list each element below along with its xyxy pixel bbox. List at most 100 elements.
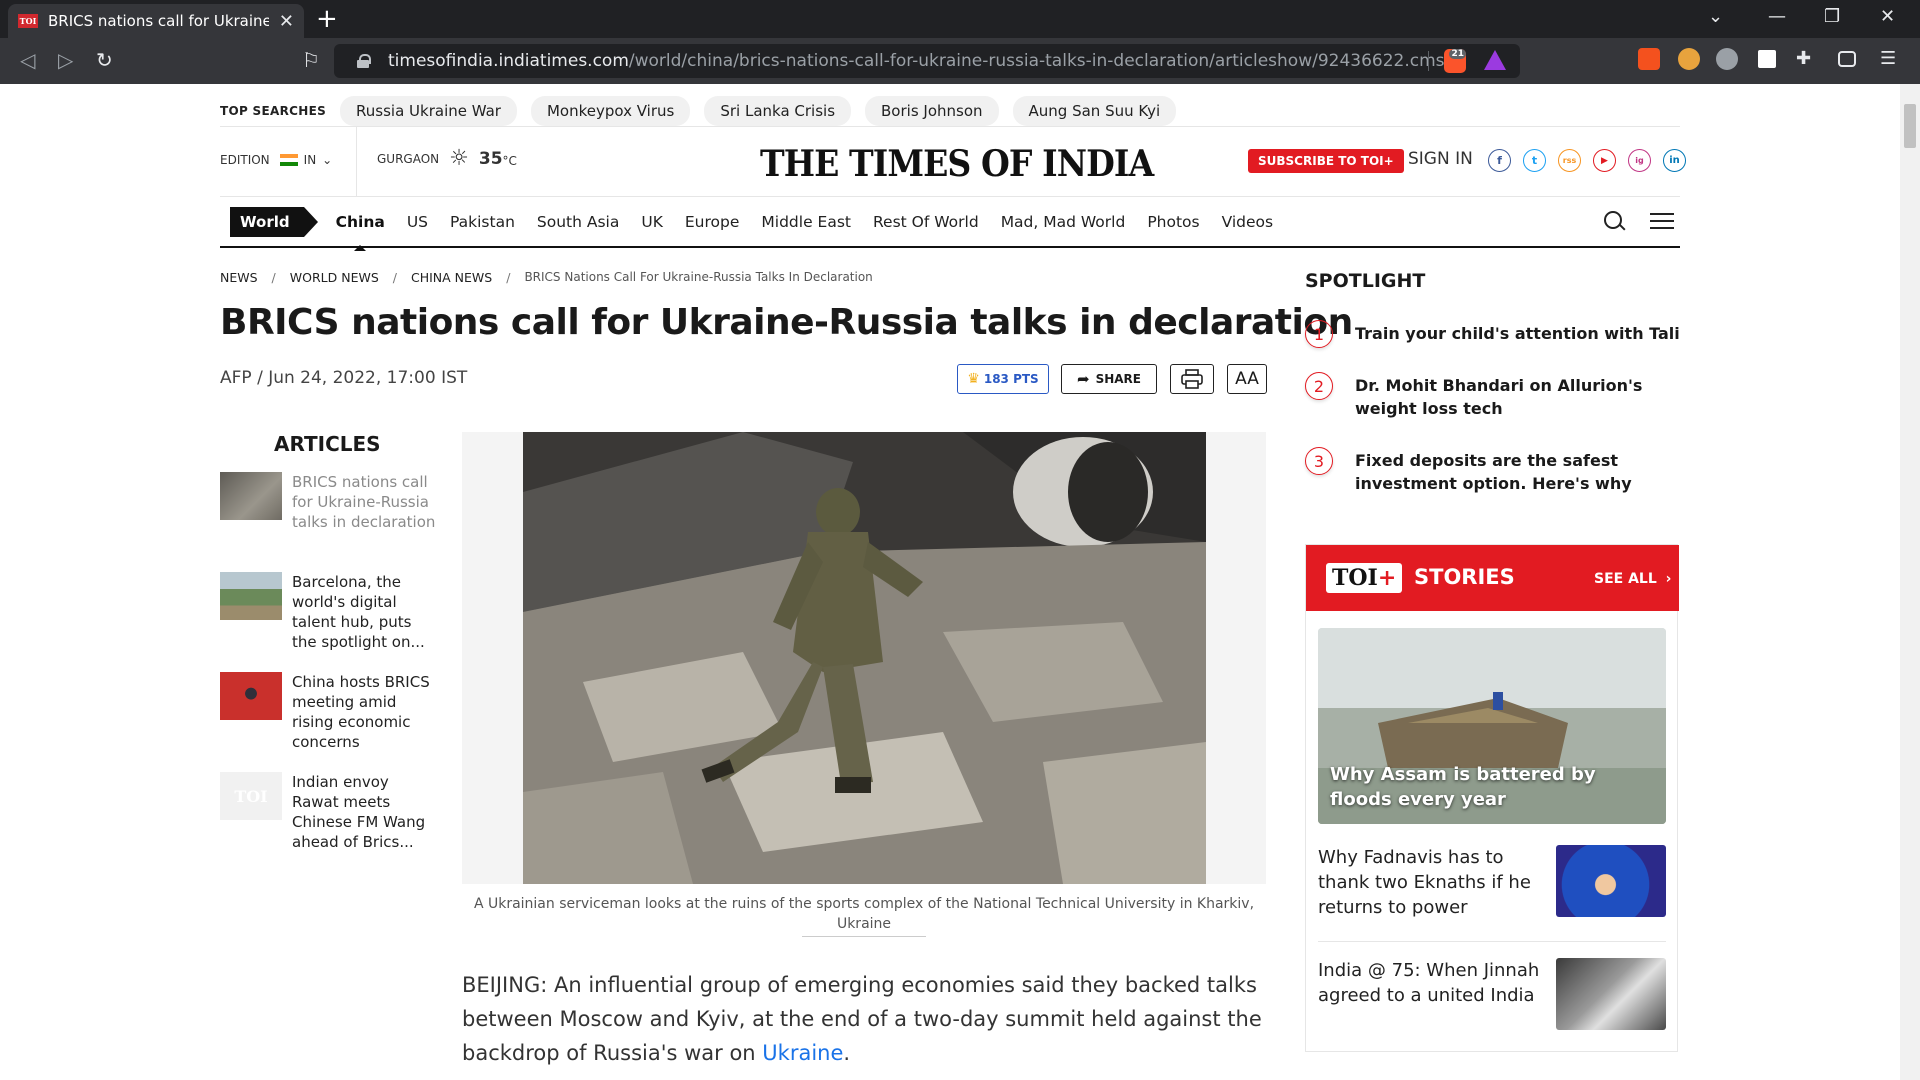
toi-placeholder-thumbnail: TOI xyxy=(220,772,282,820)
nav-item-south-asia[interactable]: South Asia xyxy=(537,213,619,231)
forward-icon[interactable]: ▷ xyxy=(58,48,73,72)
twitter-icon[interactable]: t xyxy=(1523,149,1546,172)
article-link-title: BRICS nations call for Ukraine-Russia ta… xyxy=(292,473,436,531)
edition-selector[interactable]: EDITION IN ⌄ xyxy=(220,153,332,167)
close-window-icon[interactable]: ✕ xyxy=(1880,6,1895,27)
tab-title: BRICS nations call for Ukraine-Russia ta… xyxy=(48,12,269,30)
browser-tab[interactable]: TOI BRICS nations call for Ukraine-Russi… xyxy=(8,4,304,38)
city-name: GURGAON xyxy=(377,152,440,166)
spotlight-number: 2 xyxy=(1305,372,1333,400)
share-label: SHARE xyxy=(1095,372,1141,386)
sign-in-link[interactable]: SIGN IN xyxy=(1408,149,1473,169)
brave-rewards-icon[interactable] xyxy=(1484,50,1506,70)
edition-label: EDITION xyxy=(220,153,270,167)
list-item[interactable]: China hosts BRICS meeting amid rising ec… xyxy=(220,672,436,752)
spotlight-item[interactable]: 2 Dr. Mohit Bhandari on Allurion's weigh… xyxy=(1305,372,1685,420)
story-item[interactable]: India @ 75: When Jinnah agreed to a unit… xyxy=(1318,958,1666,1030)
hamburger-menu-icon[interactable] xyxy=(1650,213,1674,229)
extension-cookie-icon[interactable] xyxy=(1678,48,1700,70)
browser-tab-strip: TOI BRICS nations call for Ukraine-Russi… xyxy=(0,0,1920,38)
linkedin-icon[interactable]: in xyxy=(1663,149,1686,172)
nav-item-china[interactable]: China xyxy=(336,213,385,251)
site-logo[interactable]: THE TIMES OF INDIA xyxy=(760,143,1154,185)
printer-icon xyxy=(1181,369,1203,389)
minimize-window-icon[interactable]: — xyxy=(1768,6,1786,27)
stories-header: TOI+ STORIES SEE ALL › xyxy=(1306,545,1679,611)
extension-owl-icon[interactable] xyxy=(1716,48,1738,70)
page-scrollbar[interactable] xyxy=(1900,84,1920,1080)
nav-item-middle-east[interactable]: Middle East xyxy=(761,213,851,231)
points-button[interactable]: ♛ 183 PTS xyxy=(957,364,1049,394)
extensions-puzzle-icon[interactable]: ✚ xyxy=(1796,48,1818,70)
nav-section-world[interactable]: World xyxy=(230,206,318,237)
article-headline: BRICS nations call for Ukraine-Russia ta… xyxy=(220,302,1353,343)
wallet-icon[interactable] xyxy=(1838,51,1856,67)
nav-item-uk[interactable]: UK xyxy=(641,213,663,231)
top-search-pill[interactable]: Russia Ukraine War xyxy=(340,96,517,126)
tab-search-chevron-icon[interactable]: ⌄ xyxy=(1708,6,1723,27)
stories-title: STORIES xyxy=(1414,565,1515,589)
article-body: BEIJING: An influential group of emergin… xyxy=(462,968,1266,1070)
top-search-pill[interactable]: Sri Lanka Crisis xyxy=(704,96,852,126)
instagram-icon[interactable]: ig xyxy=(1628,149,1651,172)
breadcrumb-world-news[interactable]: WORLD NEWS xyxy=(290,270,379,285)
extension-percent-icon[interactable] xyxy=(1638,48,1660,70)
extension-notion-icon[interactable] xyxy=(1756,48,1778,70)
article-photo[interactable] xyxy=(523,432,1206,884)
nav-item-photos[interactable]: Photos xyxy=(1147,213,1199,231)
bookmark-icon[interactable]: ⚐ xyxy=(302,48,320,72)
breadcrumb-news[interactable]: NEWS xyxy=(220,270,258,285)
spotlight-text: Train your child's attention with Tali xyxy=(1355,324,1680,343)
list-item[interactable]: BRICS nations call for Ukraine-Russia ta… xyxy=(220,472,436,532)
breadcrumb-separator: / xyxy=(506,270,511,285)
print-button[interactable] xyxy=(1170,364,1214,394)
restore-window-icon[interactable]: ❐ xyxy=(1824,6,1840,27)
close-tab-icon[interactable]: ✕ xyxy=(279,11,294,32)
ukraine-link[interactable]: Ukraine xyxy=(762,1041,843,1065)
article-link-title: China hosts BRICS meeting amid rising ec… xyxy=(292,673,430,751)
story-item[interactable]: Why Fadnavis has to thank two Eknaths if… xyxy=(1318,845,1666,920)
breadcrumb-separator: / xyxy=(392,270,397,285)
nav-item-europe[interactable]: Europe xyxy=(685,213,740,231)
articles-heading: ARTICLES xyxy=(274,432,381,456)
address-bar[interactable]: timesofindia.indiatimes.com /world/china… xyxy=(334,44,1520,78)
header-divider xyxy=(356,127,357,197)
share-button[interactable]: ➦ SHARE xyxy=(1061,364,1157,394)
top-search-pill[interactable]: Monkeypox Virus xyxy=(530,96,691,126)
web-page: TOP SEARCHES Russia Ukraine War Monkeypo… xyxy=(0,84,1900,1080)
top-search-pill[interactable]: Boris Johnson xyxy=(865,96,999,126)
subscribe-button[interactable]: SUBSCRIBE TO TOI+ xyxy=(1248,149,1404,173)
search-icon[interactable] xyxy=(1604,211,1624,231)
story-hero-card[interactable]: Why Assam is battered by floods every ye… xyxy=(1318,628,1666,824)
spotlight-number: 3 xyxy=(1305,447,1333,475)
see-all-link[interactable]: SEE ALL › xyxy=(1594,571,1671,587)
rss-icon[interactable]: rss xyxy=(1558,149,1581,172)
list-item[interactable]: TOI Indian envoy Rawat meets Chinese FM … xyxy=(220,772,436,852)
story-title: India @ 75: When Jinnah agreed to a unit… xyxy=(1318,960,1540,1006)
nav-item-rest-of-world[interactable]: Rest Of World xyxy=(873,213,979,231)
new-tab-icon[interactable]: + xyxy=(316,5,338,33)
spotlight-item[interactable]: 3 Fixed deposits are the safest investme… xyxy=(1305,447,1685,495)
scrollbar-thumb[interactable] xyxy=(1904,104,1916,148)
spotlight-item[interactable]: 1 Train your child's attention with Tali xyxy=(1305,320,1685,348)
nav-item-videos[interactable]: Videos xyxy=(1222,213,1274,231)
top-search-pill[interactable]: Aung San Suu Kyi xyxy=(1012,96,1177,126)
breadcrumb-china-news[interactable]: CHINA NEWS xyxy=(411,270,492,285)
reload-icon[interactable]: ↻ xyxy=(96,48,113,72)
browser-menu-icon[interactable]: ☰ xyxy=(1880,48,1902,70)
toi-plus-badge: TOI+ xyxy=(1326,563,1403,593)
list-item[interactable]: Barcelona, the world's digital talent hu… xyxy=(220,572,436,652)
font-size-button[interactable]: AA xyxy=(1227,364,1267,394)
url-host: timesofindia.indiatimes.com xyxy=(388,51,629,71)
weather-widget[interactable]: GURGAON ☼ 35 °C xyxy=(377,148,517,170)
story-title: Why Fadnavis has to thank two Eknaths if… xyxy=(1318,847,1531,918)
spotlight-number: 1 xyxy=(1305,320,1333,348)
facebook-icon[interactable]: f xyxy=(1488,149,1511,172)
nav-item-pakistan[interactable]: Pakistan xyxy=(450,213,515,231)
nav-item-us[interactable]: US xyxy=(407,213,428,231)
youtube-icon[interactable]: ▶ xyxy=(1593,149,1616,172)
nav-item-mad-mad-world[interactable]: Mad, Mad World xyxy=(1001,213,1126,231)
back-icon[interactable]: ◁ xyxy=(20,48,35,72)
share-arrow-icon: ➦ xyxy=(1077,370,1090,388)
brave-shields-icon[interactable]: 21 xyxy=(1444,49,1466,73)
